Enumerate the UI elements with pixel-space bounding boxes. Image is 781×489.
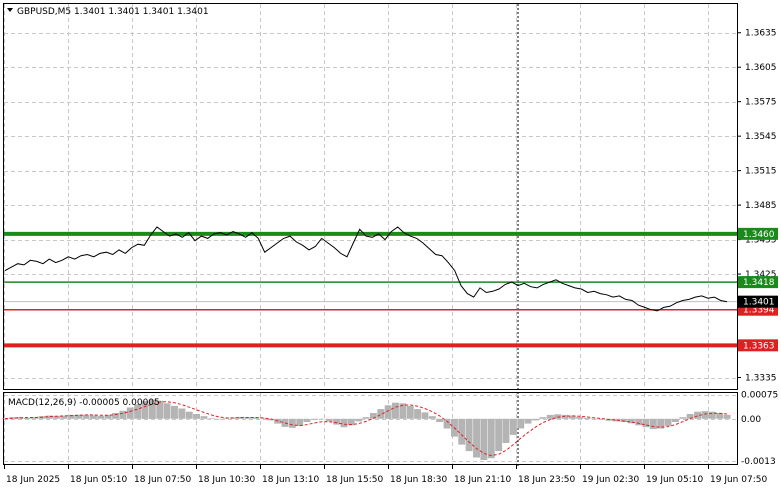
macd-histogram-bar [185,411,193,419]
macd-histogram-bar [576,416,584,419]
macd-tick-label: 0.00 [741,415,761,425]
price-tags: 1.34601.34181.33941.33631.3401 [738,227,778,352]
macd-histogram-bar [23,417,31,419]
macd-histogram-bar [583,417,591,419]
macd-histogram-bar [303,418,311,422]
macd-histogram-bar [82,414,90,419]
macd-histogram-bar [664,418,672,426]
macd-histogram-bar [406,405,414,419]
price-tick-label: 1.3335 [745,374,777,384]
macd-histogram-bar [333,418,340,425]
macd-histogram-bar [436,418,444,422]
price-tick-label: 1.3515 [745,167,777,177]
macd-histogram-bar [539,417,547,419]
time-tick-label: 18 Jun 05:10 [70,475,127,485]
macd-title: MACD(12,26,9) -0.00005 0.00005 [8,398,160,408]
time-tick-label: 18 Jun 18:30 [390,475,447,485]
macd-histogram-bar [97,415,105,419]
macd-histogram-bar [362,417,370,419]
level-price-label: 1.3418 [743,278,775,288]
time-tick-label: 19 Jun 07:50 [710,475,767,485]
macd-histogram-bar [414,409,421,419]
time-tick-label: 18 Jun 23:50 [518,475,575,485]
macd-histogram-bar [458,418,466,445]
macd-histogram-bar [723,414,731,419]
macd-histogram-bar [384,405,392,419]
macd-histogram-bar [215,418,223,420]
macd-axis: 0.00075 0.00 -0.0013 [741,391,778,467]
symbol-title: GBPUSD,M5 1.3401 1.3401 1.3401 1.3401 [17,7,209,17]
macd-histogram-bar [193,414,200,419]
macd-histogram-bar [679,417,687,419]
macd-histogram-bar [178,408,186,419]
macd-histogram-bar [473,418,480,458]
macd-histogram-bar [377,409,385,419]
macd-histogram-bar [112,413,119,419]
macd-histogram-bar [487,418,495,459]
macd-histogram-bar [340,418,348,428]
price-tick-label: 1.3485 [745,201,777,211]
time-tick-label: 18 Jun 2025 [6,475,60,485]
macd-histogram-bar [649,418,657,430]
macd-histogram-bar [524,418,532,424]
time-tick-label: 18 Jun 13:10 [262,475,319,485]
time-tick-label: 19 Jun 02:30 [582,475,639,485]
price-axis: 1.3635 1.3605 1.3575 1.3545 1.3515 1.3485 1.34… [737,29,777,384]
macd-histogram-bar [428,416,436,419]
time-tick-label: 18 Jun 10:30 [198,475,255,485]
macd-histogram-bar [532,418,539,421]
macd-histogram-bar [126,407,134,419]
macd-histogram-bar [311,418,318,420]
macd-histogram-bar [90,415,97,419]
price-tick-label: 1.3545 [745,132,777,142]
macd-histogram-bar [392,402,399,419]
macd-histogram-bar [465,418,473,452]
macd-histogram-bar [318,418,326,420]
time-tick-label: 18 Jun 15:50 [326,475,383,485]
macd-histogram-bar [502,418,510,443]
price-chart[interactable]: GBPUSD,M5 1.3401 1.3401 1.3401 1.3401 MA… [0,0,781,489]
macd-tick-label: 0.00075 [741,391,778,401]
level-price-label: 1.3460 [743,230,775,240]
macd-histogram-bar [325,418,333,422]
macd-histogram-bar [517,418,525,429]
macd-histogram-bar [119,410,127,419]
macd-histogram-bar [635,418,643,426]
time-tick-label: 18 Jun 07:50 [134,475,191,485]
macd-histogram-bar [171,405,178,419]
macd-histogram-bar [672,418,679,422]
price-tick-label: 1.3635 [745,29,777,39]
symbol-menu[interactable]: GBPUSD,M5 1.3401 1.3401 1.3401 1.3401 [7,7,209,17]
macd-histogram-bar [288,418,296,428]
price-tick-label: 1.3605 [745,63,777,73]
macd-histogram-bar [443,418,451,429]
macd-histogram-bar [281,418,289,427]
price-tick-label: 1.3575 [745,98,777,108]
time-axis: 18 Jun 2025 18 Jun 05:10 18 Jun 07:50 18 Ju… [4,465,767,485]
macd-histogram-bar [421,412,429,419]
macd-histogram-bar [163,403,171,419]
macd-histogram-bar [200,416,208,419]
macd-histogram-bar [701,411,709,419]
macd-histogram-bar [591,418,598,420]
time-tick-label: 19 Jun 05:10 [646,475,703,485]
macd-histogram-bar [222,418,230,419]
macd-histogram-bar [509,418,517,435]
macd-histogram-bar [495,418,503,452]
macd-tick-label: -0.0013 [741,457,776,467]
main-chart-frame [3,3,738,390]
macd-histogram-bar [708,411,716,419]
current-price-label: 1.3401 [743,298,775,308]
macd-histogram-bar [355,418,363,422]
time-tick-label: 18 Jun 21:10 [454,475,511,485]
level-price-label: 1.3363 [743,341,775,351]
macd-histogram-bar [207,418,215,419]
